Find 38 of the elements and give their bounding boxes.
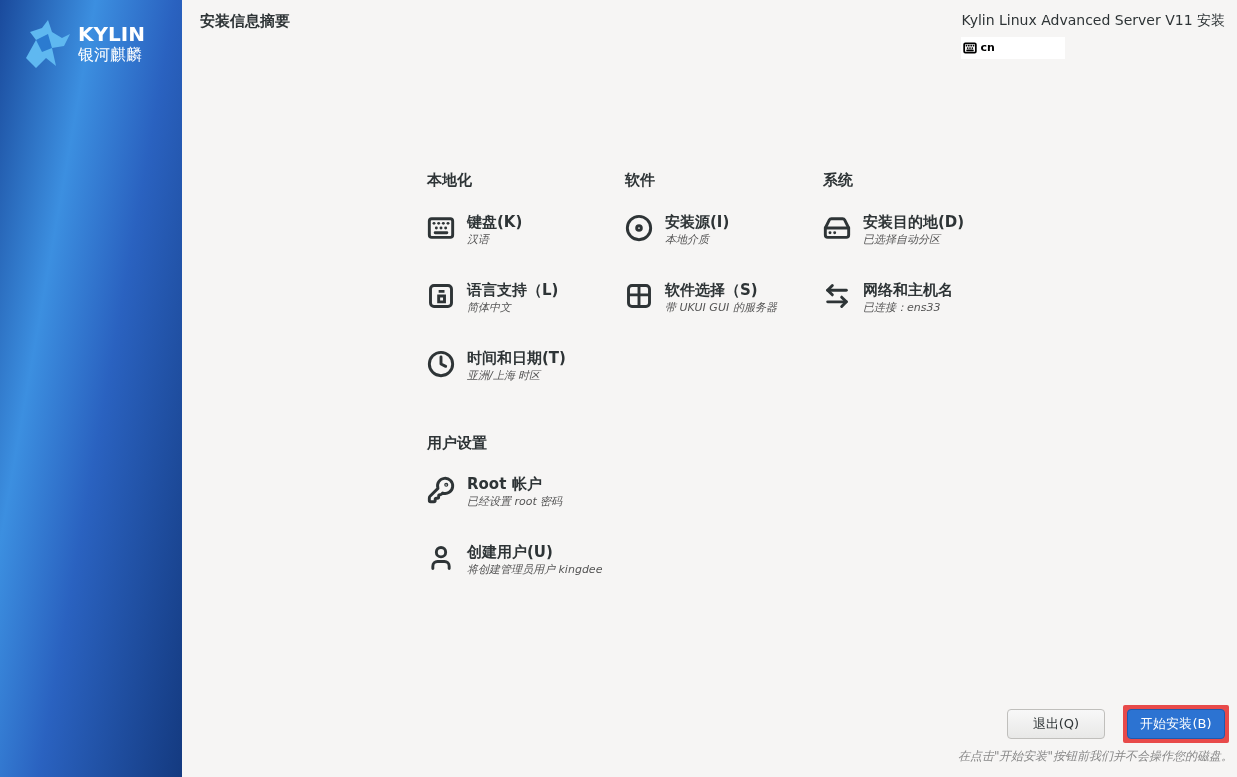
grid-icon bbox=[625, 281, 653, 310]
spoke-title[interactable]: Root 帐户 bbox=[467, 474, 563, 494]
section-heading: 用户设置 bbox=[427, 432, 488, 454]
spoke-status: 本地介质 bbox=[665, 231, 711, 248]
language-icon bbox=[427, 281, 455, 310]
spoke-status: 亚洲/上海 时区 bbox=[467, 367, 543, 384]
page-title: 安装信息摘要 bbox=[200, 11, 290, 32]
keyboard-icon bbox=[963, 41, 978, 55]
keyboard-layout-indicator[interactable]: cn bbox=[961, 37, 1066, 59]
clock-icon bbox=[427, 349, 455, 378]
layout-code: cn bbox=[980, 39, 995, 56]
disc-icon bbox=[625, 213, 653, 242]
logo-name: KYLIN bbox=[78, 23, 145, 45]
spoke-status: 已选择自动分区 bbox=[863, 231, 943, 248]
spoke-title[interactable]: 软件选择（S) bbox=[665, 279, 777, 300]
quit-button[interactable]: 退出(Q) bbox=[1007, 709, 1105, 739]
arrows-icon bbox=[823, 281, 851, 310]
spoke-status: 带 UKUI GUI 的服务器 bbox=[665, 299, 777, 316]
spoke-title[interactable]: 键盘(K) bbox=[467, 211, 523, 232]
section-heading: 本地化 bbox=[427, 170, 473, 191]
product-title: Kylin Linux Advanced Server V11 安装 bbox=[961, 11, 1225, 30]
key-icon bbox=[427, 476, 455, 504]
spoke-status: 简体中文 bbox=[467, 299, 513, 316]
section-heading: 软件 bbox=[625, 170, 656, 191]
spoke-title[interactable]: 安装源(I) bbox=[665, 211, 730, 232]
logo-subtitle: 银河麒麟 bbox=[78, 45, 143, 65]
spoke-status: 汉语 bbox=[467, 231, 491, 248]
spoke-status: 已连接：ens33 bbox=[863, 299, 942, 316]
section-heading: 系统 bbox=[823, 170, 854, 191]
start-install-button[interactable]: 开始安装(B) bbox=[1127, 709, 1225, 739]
spoke-title[interactable]: 网络和主机名 bbox=[863, 279, 953, 300]
spoke-title[interactable]: 语言支持（L) bbox=[467, 279, 559, 300]
spoke-title[interactable]: 时间和日期(T) bbox=[467, 347, 566, 368]
spoke-status: 已经设置 root 密码 bbox=[467, 494, 563, 510]
spoke-status: 将创建管理员用户 kingdee bbox=[467, 562, 603, 578]
spoke-title[interactable]: 安装目的地(D) bbox=[863, 211, 965, 232]
spoke-title[interactable]: 创建用户(U) bbox=[467, 542, 603, 562]
disk-note: 在点击"开始安装"按钮前我们并不会操作您的磁盘。 bbox=[957, 748, 1233, 765]
